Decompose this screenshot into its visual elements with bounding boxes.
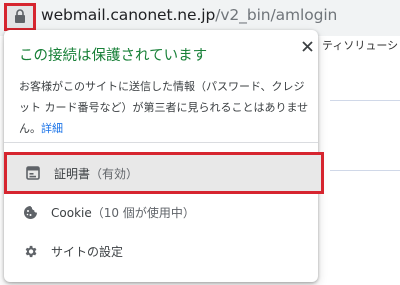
lock-icon [14, 8, 26, 27]
background-divider [330, 100, 400, 101]
cookie-icon [22, 204, 38, 220]
certificate-item[interactable]: 証明書（有効） [4, 152, 324, 194]
site-info-button[interactable] [4, 3, 36, 31]
divider [4, 142, 318, 143]
connection-description: お客様がこのサイトに送信した情報（パスワード、クレジット カード番号など）が第三… [19, 76, 309, 139]
cookie-count: （10 個が使用中） [91, 205, 195, 220]
site-info-popup: この接続は保護されています お客様がこのサイトに送信した情報（パスワード、クレジ… [4, 30, 324, 282]
cookie-label: Cookie（10 個が使用中） [51, 204, 195, 221]
certificate-status: （有効） [90, 166, 139, 181]
certificate-label-text: 証明書 [54, 166, 91, 181]
url-path: /v2_bin/amlogin [215, 6, 338, 24]
site-settings-item[interactable]: サイトの設定 [4, 231, 318, 271]
url-field[interactable]: webmail.canonet.ne.jp/v2_bin/amlogin [41, 6, 337, 24]
connection-secure-title: この接続は保護されています [19, 48, 208, 64]
url-host: webmail.canonet.ne.jp [41, 6, 216, 24]
background-divider [330, 170, 400, 171]
close-icon [301, 37, 313, 56]
close-button[interactable] [298, 37, 316, 55]
gear-icon [22, 243, 38, 259]
certificate-icon [25, 165, 41, 181]
cookie-item[interactable]: Cookie（10 個が使用中） [4, 192, 318, 232]
site-settings-label: サイトの設定 [51, 244, 124, 259]
details-link[interactable]: 詳細 [41, 122, 63, 135]
background-page-text: ティソリューショ... [322, 39, 400, 52]
certificate-label: 証明書（有効） [54, 165, 138, 182]
cookie-label-text: Cookie [51, 205, 92, 220]
